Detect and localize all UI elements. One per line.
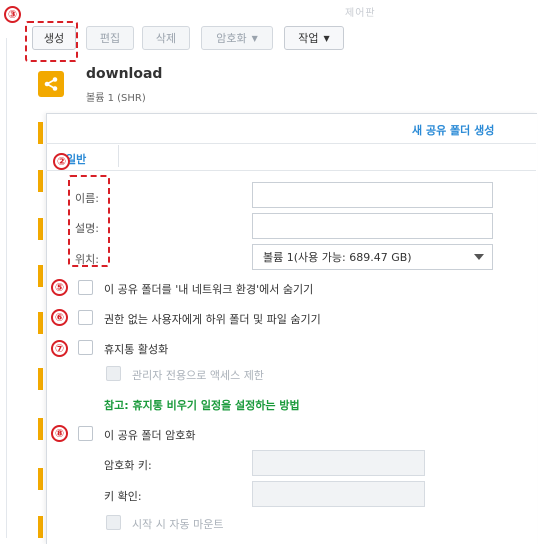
edit-button[interactable]: 편집: [86, 26, 134, 50]
location-select[interactable]: 볼륨 1(사용 가능: 689.47 GB): [252, 244, 493, 270]
create-share-dialog: [46, 113, 537, 544]
description-label: 설명:: [75, 222, 99, 235]
share-folder-icon: [38, 71, 64, 97]
delete-button[interactable]: 삭제: [142, 26, 190, 50]
encrypt-menu-button[interactable]: 암호화 ▼: [201, 26, 273, 50]
confirm-key-input[interactable]: [252, 481, 425, 507]
name-input[interactable]: [252, 182, 493, 208]
chevron-down-icon: [474, 254, 484, 260]
list-item-strip: [38, 368, 43, 390]
step-marker-5: ⑤: [51, 279, 68, 296]
list-item-strip: [38, 170, 43, 192]
location-label: 위치:: [75, 253, 99, 266]
description-input[interactable]: [252, 213, 493, 239]
window-title-faint: 제어판: [345, 8, 376, 19]
step-marker-8: ⑧: [51, 425, 68, 442]
location-select-value: 볼륨 1(사용 가능: 689.47 GB): [263, 251, 412, 264]
step-marker-6: ⑥: [51, 309, 68, 326]
highlight-create-button: [25, 21, 78, 62]
hide-network-checkbox[interactable]: [78, 280, 93, 295]
caret-down-icon: ▼: [251, 33, 258, 43]
encrypt-share-checkbox[interactable]: [78, 426, 93, 441]
tab-separator: [118, 145, 119, 167]
list-item-strip: [38, 218, 43, 240]
step-marker-3: ③: [4, 6, 21, 23]
action-menu-button[interactable]: 작업 ▼: [284, 26, 344, 50]
list-item-strip: [38, 418, 43, 440]
step-marker-7: ⑦: [51, 340, 68, 357]
admin-only-label: 관리자 전용으로 액세스 제한: [132, 369, 264, 382]
caret-down-icon: ▼: [323, 33, 330, 43]
encryption-key-label: 암호화 키:: [104, 459, 152, 472]
action-menu-label: 작업: [298, 32, 319, 45]
list-item-strip: [38, 468, 43, 490]
encrypt-menu-label: 암호화: [216, 32, 247, 45]
auto-mount-checkbox[interactable]: [106, 515, 121, 530]
share-item-name[interactable]: download: [86, 66, 162, 82]
admin-only-checkbox[interactable]: [106, 366, 121, 381]
hide-unauthorized-checkbox[interactable]: [78, 310, 93, 325]
encrypt-share-label: 이 공유 폴더 암호화: [104, 429, 196, 442]
recycle-bin-checkbox[interactable]: [78, 340, 93, 355]
name-label: 이름:: [75, 192, 99, 205]
dialog-title: 새 공유 폴더 생성: [412, 124, 495, 137]
edit-button-label: 편집: [99, 32, 121, 45]
left-gutter-divider: [6, 38, 7, 538]
recycle-bin-schedule-link[interactable]: 참고: 휴지통 비우기 일정을 설정하는 방법: [104, 397, 300, 413]
list-item-strip: [38, 312, 43, 334]
list-item-strip: [38, 265, 43, 287]
confirm-key-label: 키 확인:: [104, 490, 142, 503]
encryption-key-input[interactable]: [252, 450, 425, 476]
share-item-volume: 볼륨 1 (SHR): [86, 93, 146, 104]
hide-network-label: 이 공유 폴더를 '내 네트워크 환경'에서 숨기기: [104, 283, 314, 296]
auto-mount-label: 시작 시 자동 마운트: [132, 518, 224, 531]
recycle-bin-label: 휴지통 활성화: [104, 343, 169, 356]
list-item-strip: [38, 122, 43, 144]
step-marker-2: ②: [53, 153, 70, 170]
hide-unauthorized-label: 권한 없는 사용자에게 하위 폴더 및 파일 숨기기: [104, 313, 321, 326]
delete-button-label: 삭제: [155, 32, 177, 45]
tab-bar-divider: [46, 170, 536, 171]
list-item-strip: [38, 516, 43, 538]
